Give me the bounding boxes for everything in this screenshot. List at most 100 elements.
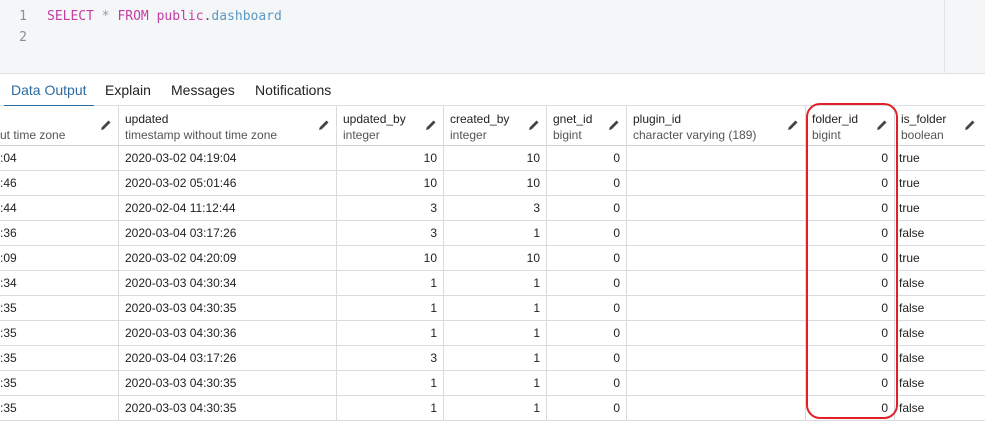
cell-created[interactable]: :09 — [0, 246, 119, 271]
table-row[interactable]: :04 2020-03-02 04:19:04 10 10 0 0 true — [0, 146, 985, 171]
cell-updated[interactable]: 2020-03-04 03:17:26 — [119, 221, 337, 246]
cell-created[interactable]: :35 — [0, 396, 119, 421]
cell-is-folder[interactable]: true — [895, 171, 985, 196]
tab-notifications[interactable]: Notifications — [255, 74, 331, 105]
cell-plugin-id[interactable] — [627, 271, 806, 296]
cell-created[interactable]: :46 — [0, 171, 119, 196]
cell-plugin-id[interactable] — [627, 171, 806, 196]
cell-gnet-id[interactable]: 0 — [547, 321, 627, 346]
cell-gnet-id[interactable]: 0 — [547, 371, 627, 396]
table-row[interactable]: :35 2020-03-04 03:17:26 3 1 0 0 false — [0, 346, 985, 371]
cell-created[interactable]: :35 — [0, 321, 119, 346]
cell-updated-by[interactable]: 10 — [337, 171, 444, 196]
pencil-icon[interactable] — [100, 119, 112, 131]
sql-editor[interactable]: 1 SELECT * FROM public.dashboard 2 — [0, 0, 985, 74]
cell-created-by[interactable]: 10 — [444, 171, 547, 196]
cell-updated[interactable]: 2020-03-03 04:30:35 — [119, 296, 337, 321]
cell-folder-id[interactable]: 0 — [806, 346, 895, 371]
cell-plugin-id[interactable] — [627, 146, 806, 171]
cell-updated-by[interactable]: 1 — [337, 296, 444, 321]
cell-plugin-id[interactable] — [627, 396, 806, 421]
cell-is-folder[interactable]: false — [895, 296, 985, 321]
cell-is-folder[interactable]: false — [895, 346, 985, 371]
cell-folder-id[interactable]: 0 — [806, 371, 895, 396]
cell-gnet-id[interactable]: 0 — [547, 346, 627, 371]
table-row[interactable]: :46 2020-03-02 05:01:46 10 10 0 0 true — [0, 171, 985, 196]
cell-is-folder[interactable]: true — [895, 196, 985, 221]
cell-updated-by[interactable]: 1 — [337, 396, 444, 421]
cell-created-by[interactable]: 1 — [444, 221, 547, 246]
table-row[interactable]: :09 2020-03-02 04:20:09 10 10 0 0 true — [0, 246, 985, 271]
table-row[interactable]: :34 2020-03-03 04:30:34 1 1 0 0 false — [0, 271, 985, 296]
cell-updated[interactable]: 2020-03-03 04:30:35 — [119, 371, 337, 396]
cell-plugin-id[interactable] — [627, 196, 806, 221]
pencil-icon[interactable] — [608, 119, 620, 131]
cell-gnet-id[interactable]: 0 — [547, 271, 627, 296]
column-header-updated[interactable]: updated timestamp without time zone — [119, 106, 337, 146]
cell-updated[interactable]: 2020-03-02 04:20:09 — [119, 246, 337, 271]
cell-plugin-id[interactable] — [627, 246, 806, 271]
cell-folder-id[interactable]: 0 — [806, 171, 895, 196]
cell-created-by[interactable]: 1 — [444, 296, 547, 321]
tab-data-output[interactable]: Data Output — [4, 74, 94, 107]
cell-created[interactable]: :44 — [0, 196, 119, 221]
cell-gnet-id[interactable]: 0 — [547, 246, 627, 271]
column-header-plugin-id[interactable]: plugin_id character varying (189) — [627, 106, 806, 146]
cell-created-by[interactable]: 10 — [444, 146, 547, 171]
cell-updated-by[interactable]: 1 — [337, 371, 444, 396]
table-row[interactable]: :35 2020-03-03 04:30:36 1 1 0 0 false — [0, 321, 985, 346]
cell-plugin-id[interactable] — [627, 371, 806, 396]
table-row[interactable]: :35 2020-03-03 04:30:35 1 1 0 0 false — [0, 396, 985, 421]
cell-is-folder[interactable]: true — [895, 146, 985, 171]
tab-explain[interactable]: Explain — [105, 74, 151, 105]
table-row[interactable]: :35 2020-03-03 04:30:35 1 1 0 0 false — [0, 296, 985, 321]
cell-created-by[interactable]: 1 — [444, 271, 547, 296]
cell-updated-by[interactable]: 3 — [337, 346, 444, 371]
cell-folder-id[interactable]: 0 — [806, 196, 895, 221]
pencil-icon[interactable] — [876, 119, 888, 131]
cell-updated-by[interactable]: 1 — [337, 271, 444, 296]
cell-updated[interactable]: 2020-03-02 05:01:46 — [119, 171, 337, 196]
cell-is-folder[interactable]: false — [895, 371, 985, 396]
cell-created[interactable]: :35 — [0, 371, 119, 396]
cell-is-folder[interactable]: false — [895, 396, 985, 421]
table-row[interactable]: :44 2020-02-04 11:12:44 3 3 0 0 true — [0, 196, 985, 221]
cell-plugin-id[interactable] — [627, 346, 806, 371]
cell-created-by[interactable]: 1 — [444, 321, 547, 346]
cell-updated-by[interactable]: 3 — [337, 221, 444, 246]
table-row[interactable]: :35 2020-03-03 04:30:35 1 1 0 0 false — [0, 371, 985, 396]
column-header-is-folder[interactable]: is_folder boolean — [895, 106, 985, 146]
column-header-gnet-id[interactable]: gnet_id bigint — [547, 106, 627, 146]
sql-query[interactable]: SELECT * FROM public.dashboard — [47, 7, 282, 27]
cell-folder-id[interactable]: 0 — [806, 396, 895, 421]
cell-updated-by[interactable]: 1 — [337, 321, 444, 346]
cell-created-by[interactable]: 1 — [444, 396, 547, 421]
cell-plugin-id[interactable] — [627, 321, 806, 346]
tab-messages[interactable]: Messages — [171, 74, 235, 105]
cell-gnet-id[interactable]: 0 — [547, 196, 627, 221]
cell-created[interactable]: :34 — [0, 271, 119, 296]
cell-updated-by[interactable]: 3 — [337, 196, 444, 221]
cell-folder-id[interactable]: 0 — [806, 146, 895, 171]
column-header-created-by[interactable]: created_by integer — [444, 106, 547, 146]
cell-folder-id[interactable]: 0 — [806, 271, 895, 296]
cell-created[interactable]: :04 — [0, 146, 119, 171]
cell-updated[interactable]: 2020-03-03 04:30:35 — [119, 396, 337, 421]
pencil-icon[interactable] — [964, 119, 976, 131]
cell-folder-id[interactable]: 0 — [806, 246, 895, 271]
cell-created-by[interactable]: 3 — [444, 196, 547, 221]
cell-is-folder[interactable]: true — [895, 246, 985, 271]
cell-is-folder[interactable]: false — [895, 271, 985, 296]
cell-updated[interactable]: 2020-02-04 11:12:44 — [119, 196, 337, 221]
cell-folder-id[interactable]: 0 — [806, 321, 895, 346]
cell-gnet-id[interactable]: 0 — [547, 396, 627, 421]
cell-updated[interactable]: 2020-03-03 04:30:36 — [119, 321, 337, 346]
cell-created[interactable]: :35 — [0, 296, 119, 321]
cell-is-folder[interactable]: false — [895, 321, 985, 346]
cell-folder-id[interactable]: 0 — [806, 296, 895, 321]
cell-created-by[interactable]: 10 — [444, 246, 547, 271]
pencil-icon[interactable] — [318, 119, 330, 131]
cell-gnet-id[interactable]: 0 — [547, 296, 627, 321]
table-row[interactable]: :36 2020-03-04 03:17:26 3 1 0 0 false — [0, 221, 985, 246]
cell-gnet-id[interactable]: 0 — [547, 171, 627, 196]
